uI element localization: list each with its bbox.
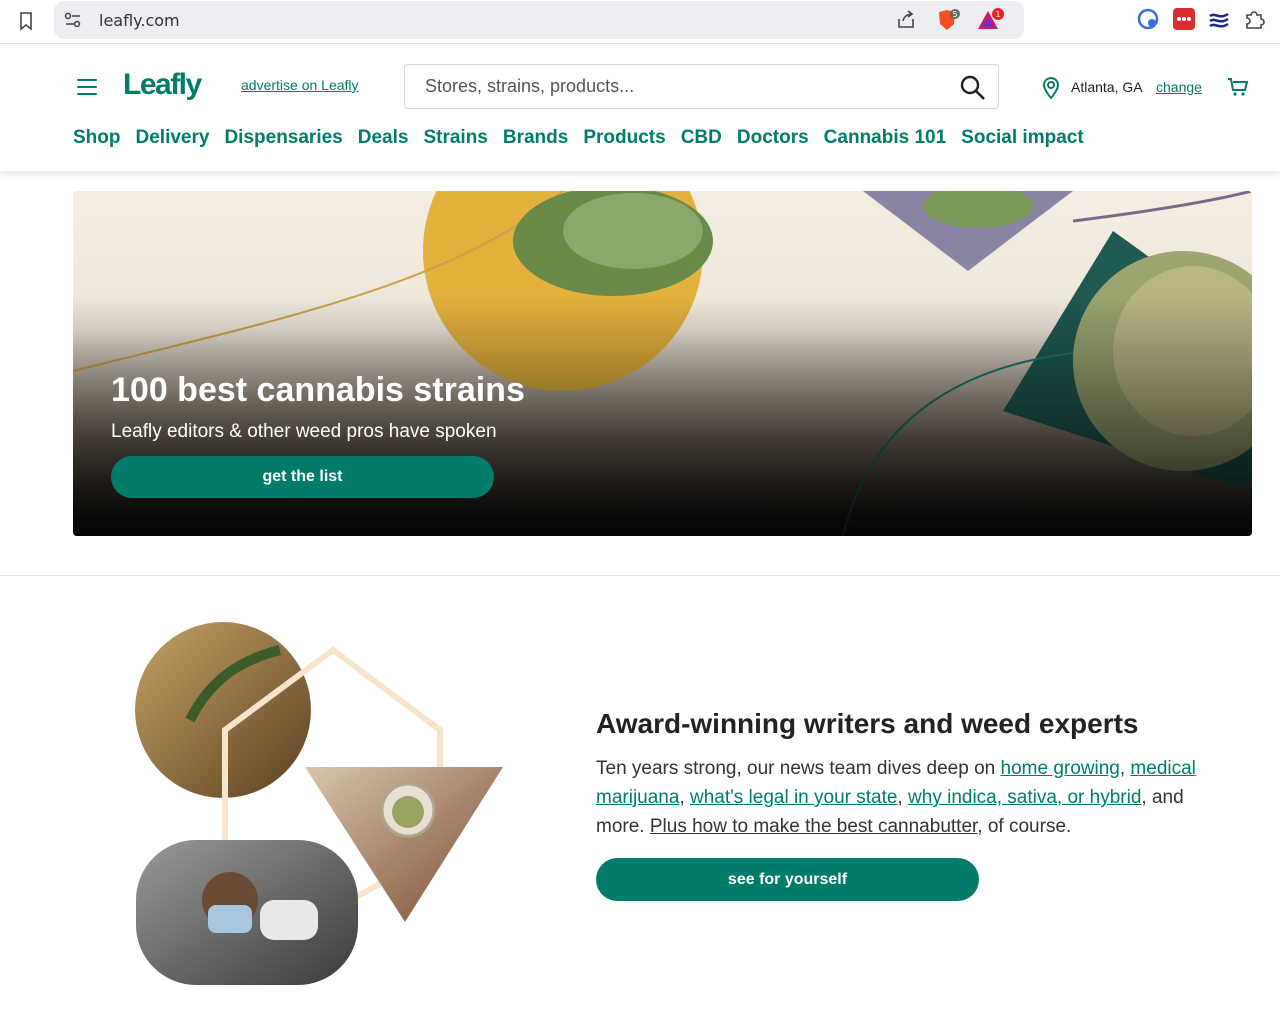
bookmark-icon[interactable] — [18, 11, 34, 31]
extension-account-icon[interactable] — [1137, 8, 1159, 30]
nav-dispensaries[interactable]: Dispensaries — [224, 127, 342, 149]
search-box[interactable] — [404, 64, 999, 109]
extension-dots-icon[interactable] — [1173, 8, 1195, 30]
separator: , — [1119, 758, 1131, 779]
nav-shop[interactable]: Shop — [73, 127, 121, 149]
indica-sativa-hybrid-link[interactable]: why indica, sativa, or hybrid — [908, 787, 1141, 808]
news-collage-image — [135, 622, 503, 985]
nav-doctors[interactable]: Doctors — [737, 127, 809, 149]
address-bar[interactable]: leafly.com 5 1 — [54, 1, 1024, 39]
cannabutter-link[interactable]: Plus how to make the best cannabutter — [650, 816, 977, 837]
location-pin-icon[interactable] — [1041, 76, 1061, 100]
nav-strains[interactable]: Strains — [423, 127, 487, 149]
search-icon[interactable] — [960, 75, 986, 101]
brave-rewards-icon[interactable]: 1 — [976, 8, 1006, 34]
cart-icon[interactable] — [1227, 76, 1249, 98]
extension-wave-icon[interactable] — [1208, 8, 1230, 30]
current-location: Atlanta, GA — [1071, 79, 1143, 95]
site-header: Leafly advertise on Leafly Atlanta, GA c… — [0, 45, 1280, 171]
separator: , — [897, 787, 909, 808]
section-description: Ten years strong, our news team dives de… — [596, 754, 1236, 841]
nav-brands[interactable]: Brands — [503, 127, 568, 149]
menu-icon[interactable] — [77, 79, 97, 100]
leafly-logo[interactable]: Leafly — [123, 68, 202, 102]
hero-subtitle: Leafly editors & other weed pros have sp… — [111, 421, 497, 442]
hero-title: 100 best cannabis strains — [111, 371, 525, 409]
url-text[interactable]: leafly.com — [99, 11, 180, 30]
nav-social-impact[interactable]: Social impact — [961, 127, 1084, 149]
advertise-link[interactable]: advertise on Leafly — [241, 77, 359, 93]
main-nav: Shop Delivery Dispensaries Deals Strains… — [73, 127, 1084, 149]
body-end: , of course. — [977, 816, 1072, 837]
get-the-list-button[interactable]: get the list — [111, 456, 494, 498]
separator: , — [679, 787, 690, 808]
svg-text:5: 5 — [952, 10, 957, 19]
section-divider — [0, 575, 1280, 576]
browser-toolbar: leafly.com 5 1 — [0, 0, 1280, 44]
whats-legal-link[interactable]: what's legal in your state — [690, 787, 897, 808]
home-growing-link[interactable]: home growing — [1001, 758, 1120, 779]
nav-products[interactable]: Products — [583, 127, 665, 149]
body-intro: Ten years strong, our news team dives de… — [596, 758, 1001, 779]
extensions-puzzle-icon[interactable] — [1243, 8, 1265, 30]
nav-cbd[interactable]: CBD — [681, 127, 722, 149]
site-settings-icon[interactable] — [64, 12, 82, 28]
hero-banner[interactable]: 100 best cannabis strains Leafly editors… — [73, 191, 1252, 536]
share-icon[interactable] — [896, 10, 916, 30]
brave-shield-icon[interactable]: 5 — [936, 9, 962, 33]
nav-delivery[interactable]: Delivery — [136, 127, 210, 149]
section-title: Award-winning writers and weed experts — [596, 708, 1139, 739]
nav-deals[interactable]: Deals — [358, 127, 409, 149]
see-for-yourself-button[interactable]: see for yourself — [596, 858, 979, 901]
search-input[interactable] — [425, 76, 945, 97]
svg-text:1: 1 — [995, 10, 1000, 19]
change-location-link[interactable]: change — [1156, 79, 1202, 95]
nav-cannabis-101[interactable]: Cannabis 101 — [824, 127, 947, 149]
